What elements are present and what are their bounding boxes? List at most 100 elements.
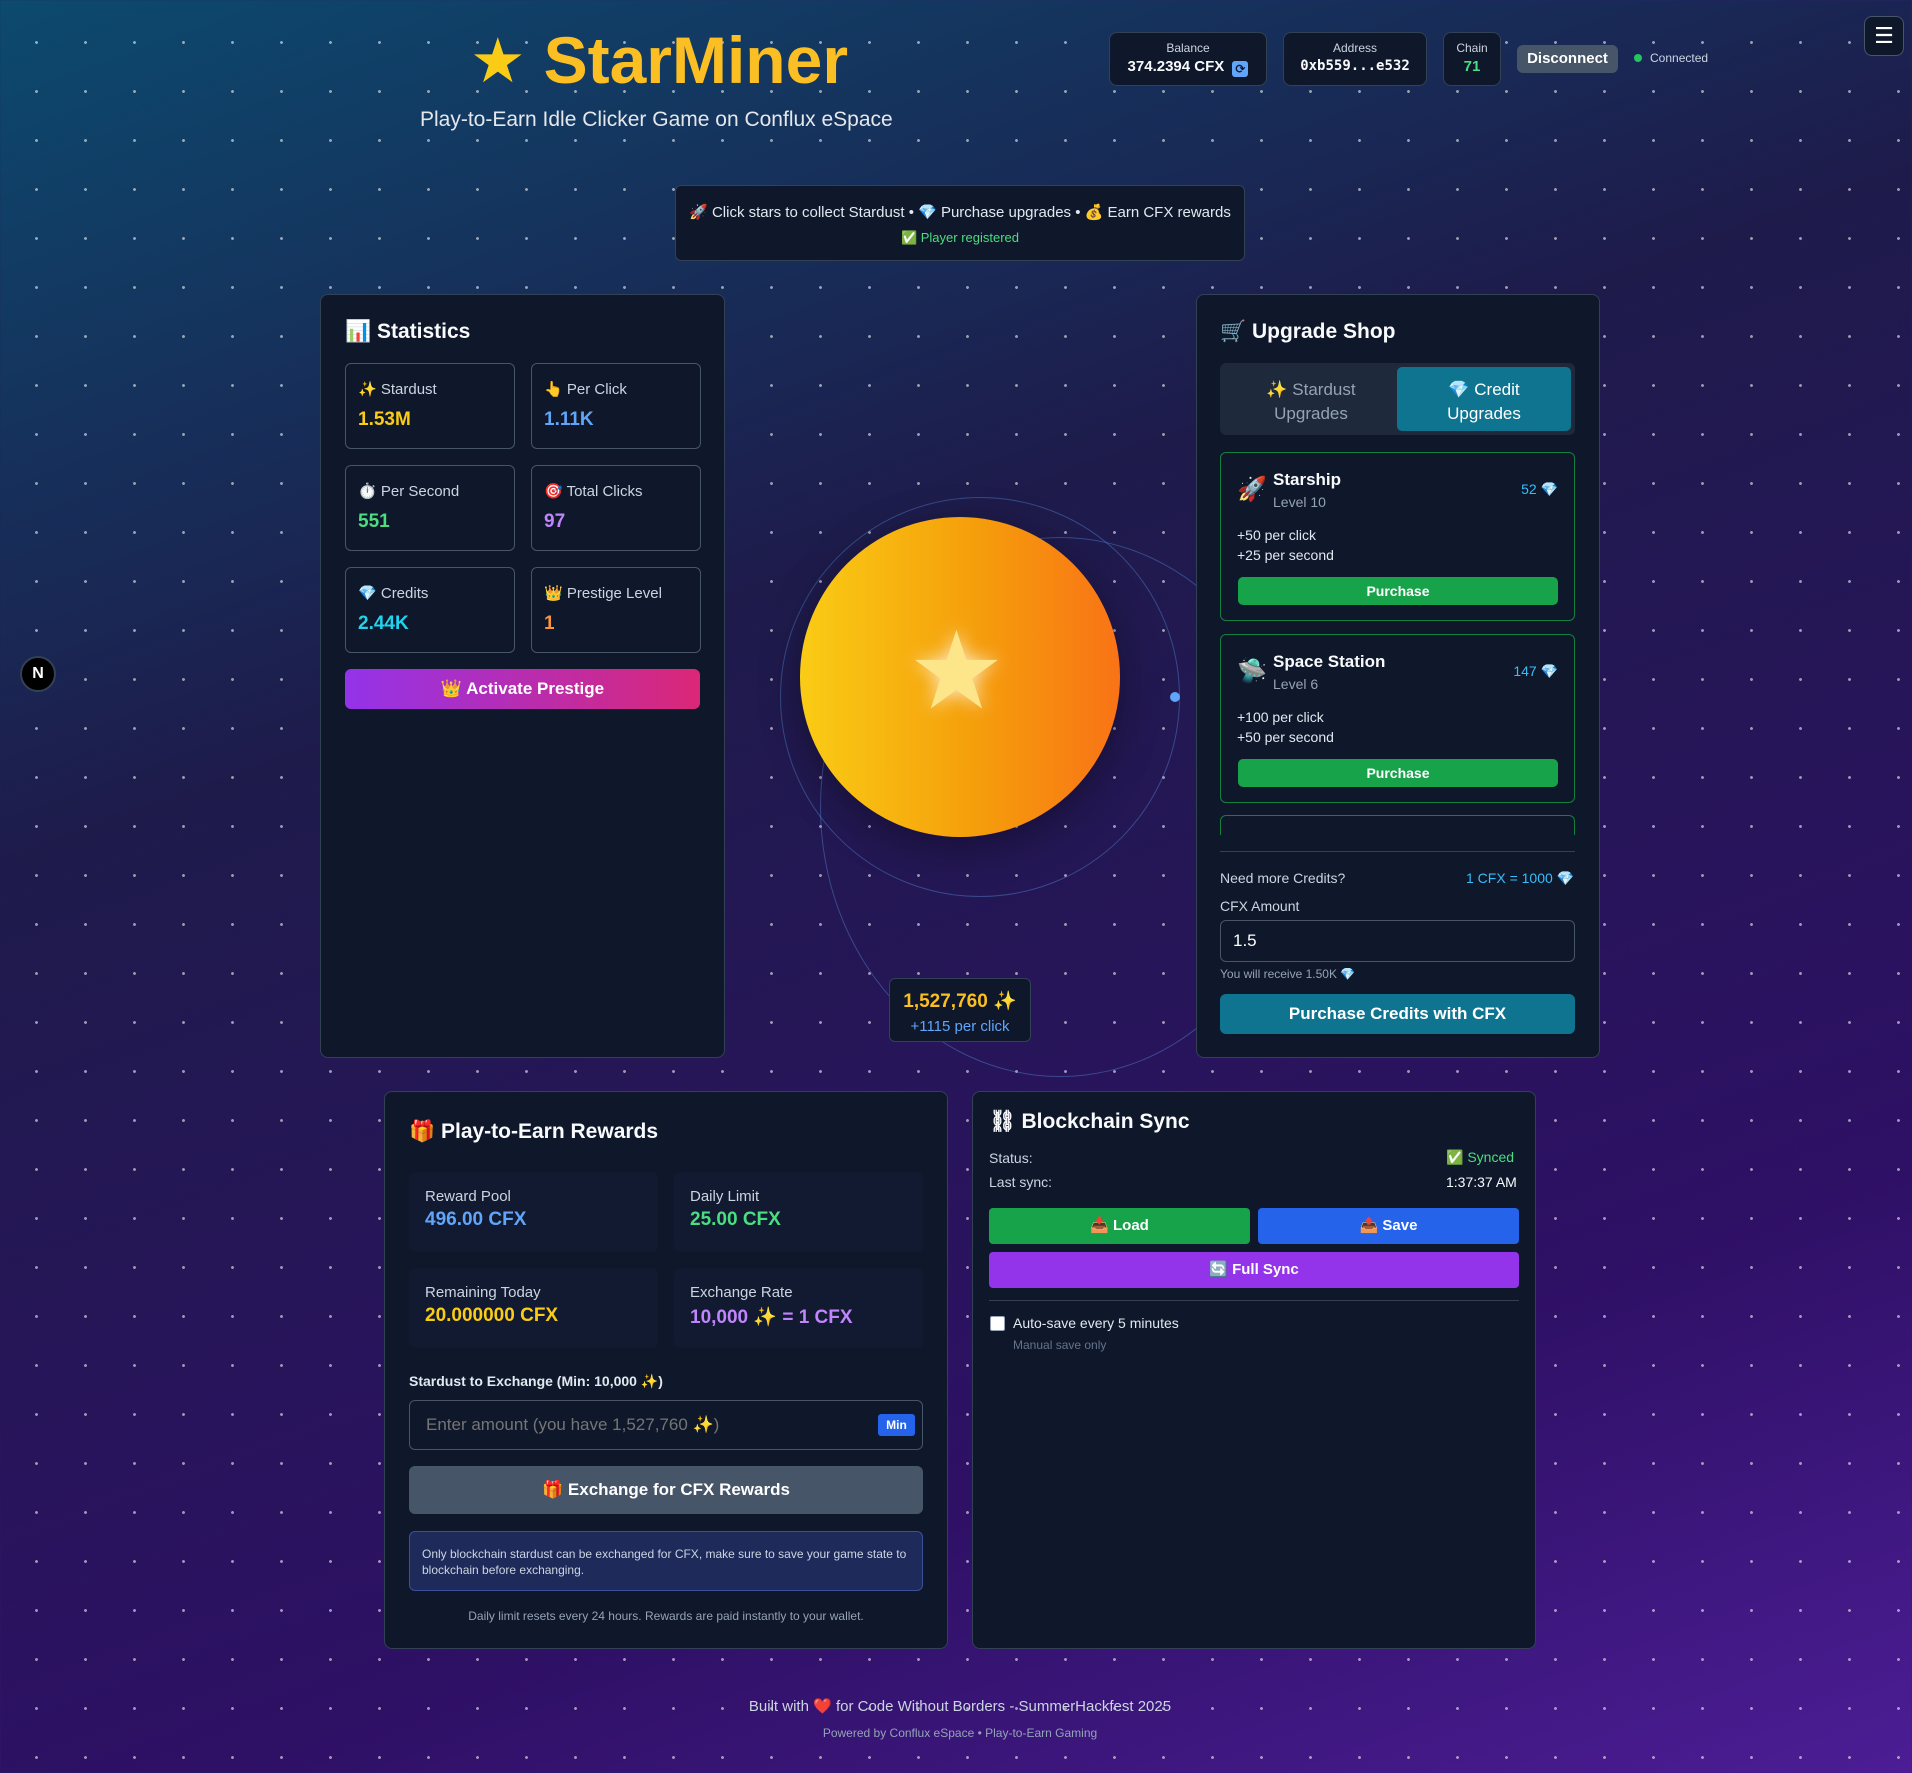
ufo-icon: 🛸 bbox=[1237, 658, 1267, 685]
load-button[interactable]: 📥 Load bbox=[989, 1208, 1250, 1244]
reward-label: Exchange Rate bbox=[690, 1284, 793, 1301]
sync-status-value: ✅ Synced bbox=[1446, 1149, 1515, 1165]
chain-value: 71 bbox=[1463, 58, 1481, 75]
stat-card-stardust: ✨ Stardust 1.53M bbox=[345, 363, 515, 449]
autosave-checkbox[interactable] bbox=[990, 1316, 1005, 1331]
target-icon: 🎯 bbox=[544, 483, 563, 500]
full-sync-button[interactable]: 🔄 Full Sync bbox=[989, 1252, 1519, 1288]
stopwatch-icon: ⏱️ bbox=[358, 483, 377, 500]
need-credits-label: Need more Credits? bbox=[1220, 870, 1346, 886]
save-button[interactable]: 📤 Save bbox=[1258, 1208, 1519, 1244]
star-logo-icon: ★ bbox=[470, 26, 526, 96]
purchase-credits-button[interactable]: Purchase Credits with CFX bbox=[1220, 994, 1575, 1034]
exchange-note: Only blockchain stardust can be exchange… bbox=[409, 1531, 923, 1591]
exchange-rewards-button[interactable]: 🎁 Exchange for CFX Rewards bbox=[409, 1466, 923, 1514]
balance-value: 374.2394 CFX ⟳ bbox=[1110, 58, 1266, 77]
upgrade-name: Starship bbox=[1273, 470, 1342, 489]
upgrade-tabs: ✨ Stardust Upgrades 💎 Credit Upgrades bbox=[1220, 363, 1575, 435]
purchase-space-station-button[interactable]: Purchase bbox=[1238, 759, 1558, 787]
upgrade-level: Level 10 bbox=[1273, 494, 1326, 510]
activate-prestige-button[interactable]: 👑 Activate Prestige bbox=[345, 669, 700, 709]
upgrade-card-starship: 🚀 Starship Level 10 52 💎 +50 per click +… bbox=[1220, 452, 1575, 621]
connection-status: Connected bbox=[1634, 51, 1708, 65]
connected-dot-icon bbox=[1634, 54, 1642, 62]
stat-value: 1.53M bbox=[358, 409, 411, 430]
dev-tools-badge[interactable]: N bbox=[20, 656, 56, 692]
upgrade-shop-title: 🛒 Upgrade Shop bbox=[1220, 320, 1396, 343]
footer-credit: Built with ❤️ for Code Without Borders -… bbox=[748, 1698, 1172, 1715]
upgrade-name: Space Station bbox=[1273, 652, 1386, 671]
stardust-count: 1,527,760 ✨ bbox=[903, 991, 1017, 1012]
address-pill[interactable]: Address 0xb559...e532 bbox=[1283, 32, 1427, 86]
exchange-rate-card: Exchange Rate 10,000 ✨ = 1 CFX bbox=[674, 1268, 923, 1348]
app-logo: ★ StarMiner bbox=[470, 22, 848, 98]
stat-label: Prestige Level bbox=[566, 585, 662, 602]
reward-value: 496.00 CFX bbox=[425, 1209, 527, 1230]
remaining-today-card: Remaining Today 20.000000 CFX bbox=[409, 1268, 658, 1348]
chain-pill: Chain 71 bbox=[1443, 32, 1501, 86]
stat-card-total-clicks: 🎯 Total Clicks 97 bbox=[531, 465, 701, 551]
disconnect-button[interactable]: Disconnect bbox=[1517, 45, 1618, 73]
gem-icon: 💎 bbox=[358, 585, 377, 602]
tab-credit-upgrades[interactable]: 💎 Credit Upgrades bbox=[1397, 367, 1571, 431]
connection-status-label: Connected bbox=[1650, 51, 1709, 65]
upgrade-card-space-station: 🛸 Space Station Level 6 147 💎 +100 per c… bbox=[1220, 634, 1575, 803]
pointer-icon: 👆 bbox=[544, 381, 563, 398]
stat-card-per-click: 👆 Per Click 1.11K bbox=[531, 363, 701, 449]
last-sync-label: Last sync: bbox=[989, 1174, 1053, 1190]
balance-label: Balance bbox=[1166, 41, 1210, 55]
receive-note: You will receive 1.50K 💎 bbox=[1220, 967, 1356, 981]
stat-card-credits: 💎 Credits 2.44K bbox=[345, 567, 515, 653]
rocket-icon: 🚀 bbox=[1237, 476, 1267, 503]
upgrade-effect: +50 per click bbox=[1237, 527, 1316, 543]
reward-value: 10,000 ✨ = 1 CFX bbox=[690, 1307, 853, 1328]
menu-icon[interactable]: ☰ bbox=[1864, 16, 1904, 56]
credit-rate: 1 CFX = 1000 💎 bbox=[1466, 870, 1575, 886]
refresh-balance-icon[interactable]: ⟳ bbox=[1232, 61, 1249, 77]
address-value: 0xb559...e532 bbox=[1300, 58, 1410, 74]
orbit-satellite-dot bbox=[1170, 692, 1180, 702]
upgrade-card-partial bbox=[1220, 815, 1575, 835]
app-title: StarMiner bbox=[543, 23, 849, 97]
address-label: Address bbox=[1332, 41, 1378, 55]
reward-value: 20.000000 CFX bbox=[425, 1305, 559, 1326]
exchange-input-label: Stardust to Exchange (Min: 10,000 ✨) bbox=[409, 1373, 663, 1389]
info-banner: 🚀 Click stars to collect Stardust • 💎 Pu… bbox=[675, 185, 1245, 261]
daily-limit-footnote: Daily limit resets every 24 hours. Rewar… bbox=[468, 1609, 864, 1623]
min-button[interactable]: Min bbox=[878, 1414, 915, 1436]
divider bbox=[1220, 851, 1575, 852]
autosave-label: Auto-save every 5 minutes bbox=[1013, 1315, 1179, 1331]
per-click-rate: +1115 per click bbox=[910, 1018, 1010, 1035]
tab-stardust-upgrades[interactable]: ✨ Stardust Upgrades bbox=[1224, 367, 1398, 431]
stat-card-per-second: ⏱️ Per Second 551 bbox=[345, 465, 515, 551]
upgrade-cost: 147 💎 bbox=[1513, 663, 1558, 679]
rewards-title: 🎁 Play-to-Earn Rewards bbox=[409, 1120, 659, 1143]
stat-label: Stardust bbox=[380, 381, 437, 398]
stat-card-prestige-level: 👑 Prestige Level 1 bbox=[531, 567, 701, 653]
stat-label: Credits bbox=[380, 585, 429, 602]
sync-status-label: Status: bbox=[989, 1150, 1033, 1166]
cfx-amount-label: CFX Amount bbox=[1220, 898, 1300, 914]
cfx-amount-input[interactable] bbox=[1220, 920, 1575, 962]
star-icon[interactable]: ★ bbox=[908, 617, 1005, 725]
footer-powered-by: Powered by Conflux eSpace • Play-to-Earn… bbox=[822, 1726, 1098, 1740]
balance-pill: Balance 374.2394 CFX ⟳ bbox=[1109, 32, 1267, 86]
upgrade-effect: +25 per second bbox=[1237, 547, 1334, 563]
autosave-note: Manual save only bbox=[1013, 1338, 1107, 1352]
upgrade-cost: 52 💎 bbox=[1521, 481, 1558, 497]
app-subtitle: Play-to-Earn Idle Clicker Game on Conflu… bbox=[420, 108, 893, 131]
sparkles-icon: ✨ bbox=[358, 381, 377, 398]
daily-limit-card: Daily Limit 25.00 CFX bbox=[674, 1172, 923, 1252]
stat-label: Per Click bbox=[566, 381, 627, 398]
stardust-exchange-input[interactable] bbox=[409, 1400, 923, 1450]
upgrade-effect: +100 per click bbox=[1237, 709, 1324, 725]
reward-value: 25.00 CFX bbox=[690, 1209, 781, 1230]
stat-value: 1.11K bbox=[544, 409, 594, 430]
player-registered-status: ✅ Player registered bbox=[900, 230, 1020, 245]
divider bbox=[989, 1300, 1519, 1301]
banner-instructions: 🚀 Click stars to collect Stardust • 💎 Pu… bbox=[689, 204, 1231, 221]
reward-label: Remaining Today bbox=[425, 1284, 541, 1301]
chain-label: Chain bbox=[1456, 41, 1488, 55]
purchase-starship-button[interactable]: Purchase bbox=[1238, 577, 1558, 605]
stat-value: 97 bbox=[544, 511, 566, 532]
